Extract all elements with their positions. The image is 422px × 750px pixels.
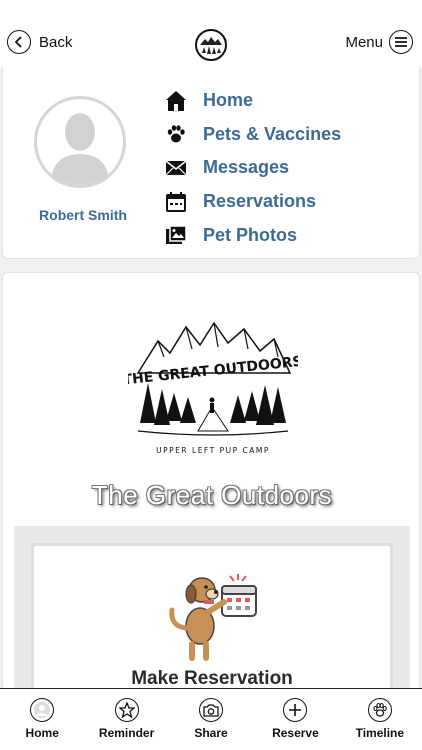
nav-item-home[interactable]: Home (163, 84, 341, 118)
tab-timeline[interactable]: Timeline (338, 689, 422, 750)
star-icon (114, 698, 139, 722)
paw-icon (367, 698, 392, 722)
envelope-icon (163, 156, 189, 180)
tab-label: Reminder (98, 726, 155, 740)
tab-reminder[interactable]: Reminder (84, 689, 168, 750)
tab-label: Share (194, 726, 228, 740)
nav-item-pets-vaccines[interactable]: Pets & Vaccines (163, 118, 341, 152)
camp-logo: THE GREAT OUTDOORS UPPER LEFT PUP CAMP (122, 313, 303, 463)
back-button[interactable]: Back (7, 30, 72, 54)
tab-label: Home (25, 726, 59, 740)
back-label: Back (39, 33, 73, 51)
camera-icon (199, 698, 224, 722)
hamburger-icon (389, 30, 413, 54)
nav-label: Pets & Vaccines (203, 123, 342, 144)
reservation-panel: Make Reservation (14, 526, 410, 691)
top-bar: Back Menu (0, 0, 422, 68)
camp-card: THE GREAT OUTDOORS UPPER LEFT PUP CAMP T… (2, 272, 420, 692)
nav-item-pet-photos[interactable]: Pet Photos (163, 218, 341, 252)
user-name[interactable]: Robert Smith (3, 207, 163, 223)
camp-logo-subtitle: UPPER LEFT PUP CAMP (156, 446, 270, 455)
tab-label: Reserve (272, 726, 319, 740)
plus-icon (283, 698, 308, 722)
nav-label: Reservations (203, 191, 317, 212)
nav-label: Home (203, 90, 254, 111)
tab-home[interactable]: Home (0, 689, 84, 750)
tab-label: Timeline (355, 726, 405, 740)
profile-card: Robert Smith Home Pets & Vaccines Messag… (2, 66, 420, 259)
paw-icon (163, 122, 189, 146)
tab-reserve[interactable]: Reserve (253, 689, 337, 750)
user-silhouette-icon (51, 113, 109, 185)
profile-nav: Home Pets & Vaccines Messages Reservatio… (163, 84, 341, 252)
make-reservation-label: Make Reservation (131, 668, 293, 689)
nav-item-reservations[interactable]: Reservations (163, 185, 341, 219)
tab-share[interactable]: Share (169, 689, 253, 750)
dog-calendar-icon (169, 574, 257, 661)
camp-title: The Great Outdoors (91, 480, 333, 510)
nav-item-messages[interactable]: Messages (163, 151, 341, 185)
calendar-icon (163, 190, 189, 214)
photos-icon (163, 223, 189, 247)
menu-button[interactable]: Menu (345, 30, 413, 54)
avatar[interactable] (34, 96, 126, 188)
avatar-icon (30, 698, 55, 722)
menu-label: Menu (345, 33, 383, 51)
bottom-tab-bar: Home Reminder Share Reserve Timeline (0, 688, 422, 750)
home-icon (163, 89, 189, 113)
make-reservation-card[interactable]: Make Reservation (31, 543, 393, 691)
chevron-left-icon (7, 30, 31, 54)
nav-label: Pet Photos (203, 224, 298, 245)
app-logo (195, 29, 227, 61)
nav-label: Messages (203, 157, 290, 178)
